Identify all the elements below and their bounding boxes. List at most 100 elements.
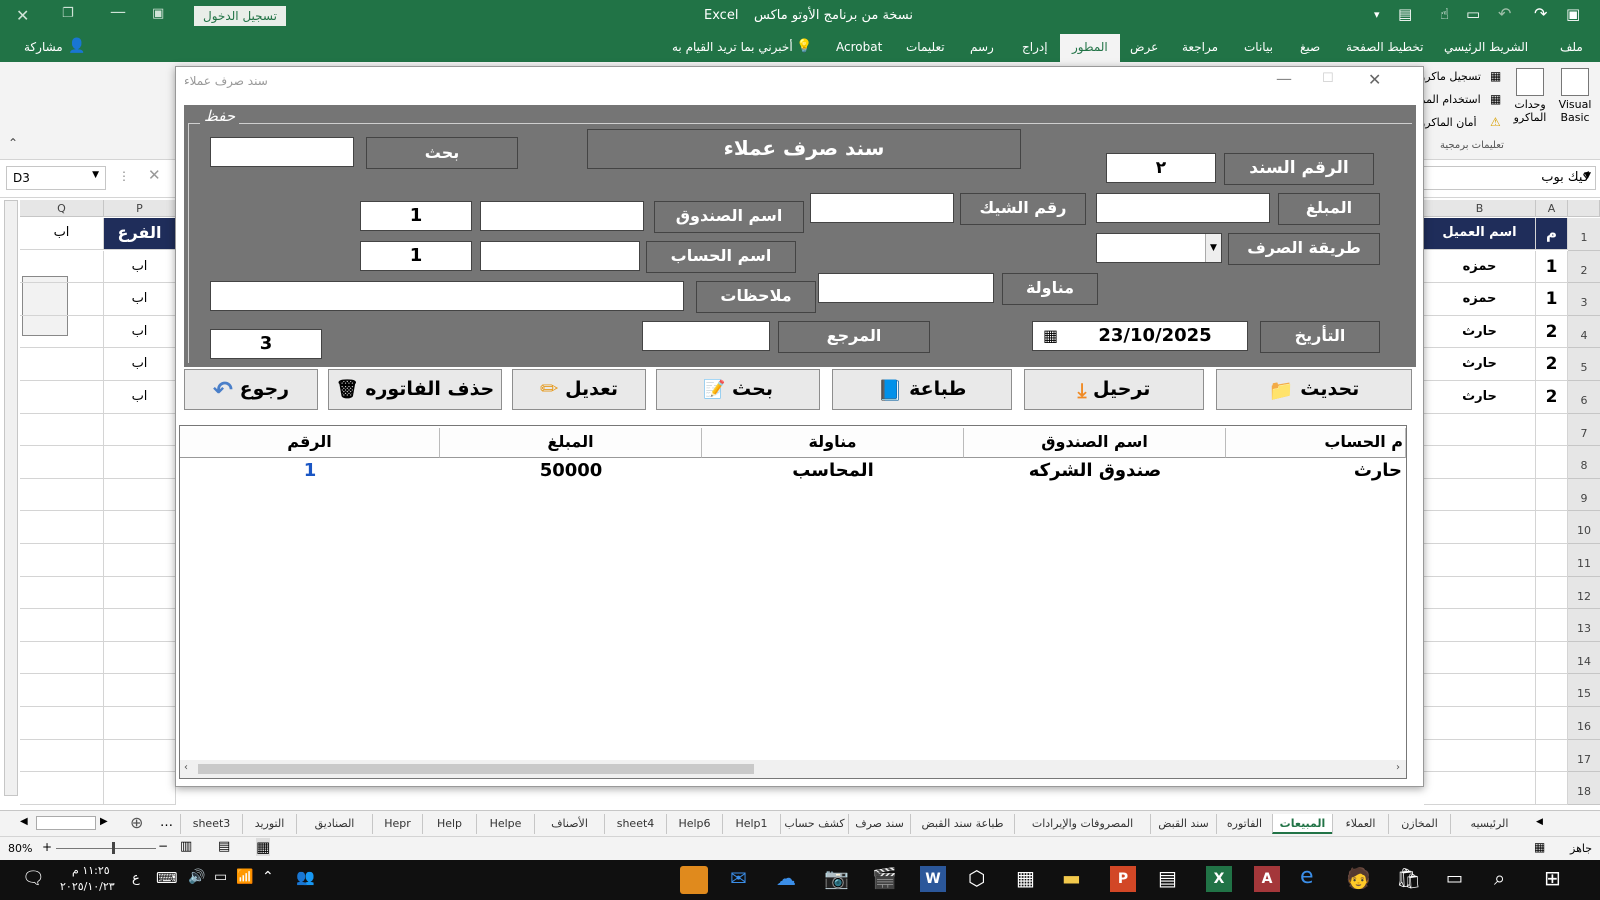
fund-name-input[interactable] [480,201,644,231]
grid-cell[interactable] [104,707,176,740]
row-header[interactable]: 9 [1568,478,1600,512]
list-header-amount[interactable]: المبلغ [440,428,702,458]
sheet-tab[interactable]: طباعة سند القبض [910,814,1014,834]
grid-cell[interactable]: 2 [1536,348,1568,381]
list-header-fund[interactable]: اسم الصندوق [964,428,1226,458]
header-cell-m[interactable]: م [1536,218,1568,250]
word-app-icon[interactable]: W [920,866,946,892]
zoom-out-icon[interactable]: + [42,840,52,854]
payment-method-select[interactable]: ▼ [1096,233,1222,263]
grid-cell[interactable] [104,413,176,447]
task-view-icon[interactable]: ▭ [1446,868,1463,889]
row-header[interactable]: 1 [1568,218,1600,251]
powerpoint-app-icon[interactable] [680,866,708,894]
sheet-tab[interactable]: سند القبض [1150,814,1216,834]
grid-cell[interactable] [1424,446,1536,479]
sheet-tab[interactable]: الرئيسيه [1450,814,1528,834]
sheet-tab[interactable]: المصروفات والإيرادات [1014,814,1150,834]
grid-cell[interactable]: حمزه [1424,250,1536,284]
grid-cell[interactable]: 2 [1536,381,1568,414]
grid-cell[interactable]: حارث [1424,381,1536,414]
sheet-tab[interactable]: Helpe [476,814,534,834]
grid-cell[interactable] [1424,772,1536,805]
corner-cell[interactable] [1568,200,1600,217]
customize-toolbar-icon[interactable]: ▾ [1374,8,1380,21]
sheet-tab[interactable]: sheet3 [180,814,242,834]
more-options-icon[interactable]: ⋮ [118,169,130,183]
sheet-tab[interactable]: سند صرف [848,814,910,834]
user-avatar-icon[interactable]: 🧑 [1346,866,1371,890]
calculator-icon[interactable]: ▦ [1016,866,1035,890]
grid-cell[interactable] [20,283,104,316]
grid-cell[interactable]: اب [104,348,176,381]
more-sheets-icon[interactable]: … [160,815,173,830]
normal-view-icon[interactable]: ▦ [256,838,271,856]
new-file-icon[interactable]: ▭ [1466,5,1480,23]
notification-icon[interactable]: 🗨 [22,868,45,889]
store-icon[interactable]: 🛍 [1396,866,1421,890]
sheet-tab[interactable]: الصناديق [296,814,372,834]
grid-cell[interactable] [104,674,176,707]
scroll-left-icon[interactable]: ◀ [20,816,28,827]
grid-cell[interactable] [1536,609,1568,642]
clapper-app-icon[interactable]: 🎬 [872,866,897,890]
col-header-p[interactable]: P [104,200,176,217]
col-header-q[interactable]: Q [20,200,104,217]
grid-cell[interactable] [20,674,104,707]
list-horizontal-scrollbar[interactable]: ‹ › [180,760,1406,778]
row-header[interactable]: 15 [1568,674,1600,707]
clock-time[interactable]: ١١:٢٥ م [72,864,110,877]
share-button[interactable]: مشاركة [24,40,63,54]
list-cell-number[interactable]: 1 [180,460,440,481]
close-window-icon[interactable]: ✕ [16,6,29,25]
grid-cell[interactable] [20,544,104,577]
row-header[interactable]: 17 [1568,739,1600,773]
row-header[interactable]: 11 [1568,544,1600,577]
record-macro-button[interactable]: تسجيل ماكرو [1420,70,1486,83]
userform-maximize-icon[interactable]: ☐ [1322,71,1334,86]
grid-cell[interactable]: اب [104,381,176,414]
grid-cell[interactable]: 1 [1536,250,1568,284]
counter-input[interactable]: 3 [210,329,322,359]
row-header[interactable]: 14 [1568,641,1600,675]
grid-cell[interactable] [1536,739,1568,773]
tab-draw[interactable]: رسم [970,40,994,54]
visual-basic-button[interactable]: Visual Basic [1554,68,1596,124]
macro-security-button[interactable]: أمان الماكرو [1420,116,1486,129]
grid-cell[interactable] [1536,641,1568,675]
delete-invoice-button[interactable]: 🗑 حذف الفاتوره [328,369,502,410]
people-icon[interactable]: 👥 [296,868,315,886]
ribbon-display-icon[interactable]: ▣ [152,6,164,21]
list-header-account[interactable]: م الحساب [1226,428,1406,458]
undo-icon[interactable]: ↶ [1498,4,1511,23]
zoom-thumb[interactable] [112,842,115,854]
file-explorer-icon[interactable]: ▬ [1062,866,1081,890]
row-header[interactable]: 8 [1568,446,1600,479]
sheet-tab[interactable]: العملاء [1332,814,1388,834]
sheet-tab[interactable]: Help1 [722,814,780,834]
date-input[interactable]: ▦ 23/10/2025 [1032,321,1248,351]
page-break-view-icon[interactable]: ▥ [180,839,192,854]
fund-code-input[interactable]: 1 [360,201,472,231]
grid-cell[interactable] [1424,576,1536,610]
grid-cell[interactable] [20,576,104,610]
grid-cell[interactable] [20,772,104,805]
grid-cell[interactable] [20,739,104,773]
row-header[interactable]: 3 [1568,283,1600,316]
grid-cell[interactable]: حارث [1424,348,1536,381]
scroll-right-icon[interactable]: ▶ [100,816,108,827]
language-indicator[interactable]: ع [132,871,140,886]
header-cell-branch[interactable]: الفرع [104,218,176,250]
search-icon[interactable]: ⌕ [1494,866,1505,890]
mail-app-icon[interactable]: ✉ [730,866,747,890]
reference-input[interactable] [642,321,770,351]
edit-button[interactable]: ✏ تعديل [512,369,646,410]
start-windows-icon[interactable]: ⊞ [1544,866,1561,890]
grid-cell[interactable]: اب [104,250,176,284]
grid-cell[interactable] [20,511,104,544]
grid-cell[interactable] [1536,674,1568,707]
touch-mode-icon[interactable]: ▤ [1398,5,1412,23]
macros-button[interactable]: وحدات الماكرو [1510,68,1550,124]
sheet-tab[interactable]: sheet4 [604,814,666,834]
sign-in-button[interactable]: تسجيل الدخول [194,6,286,26]
